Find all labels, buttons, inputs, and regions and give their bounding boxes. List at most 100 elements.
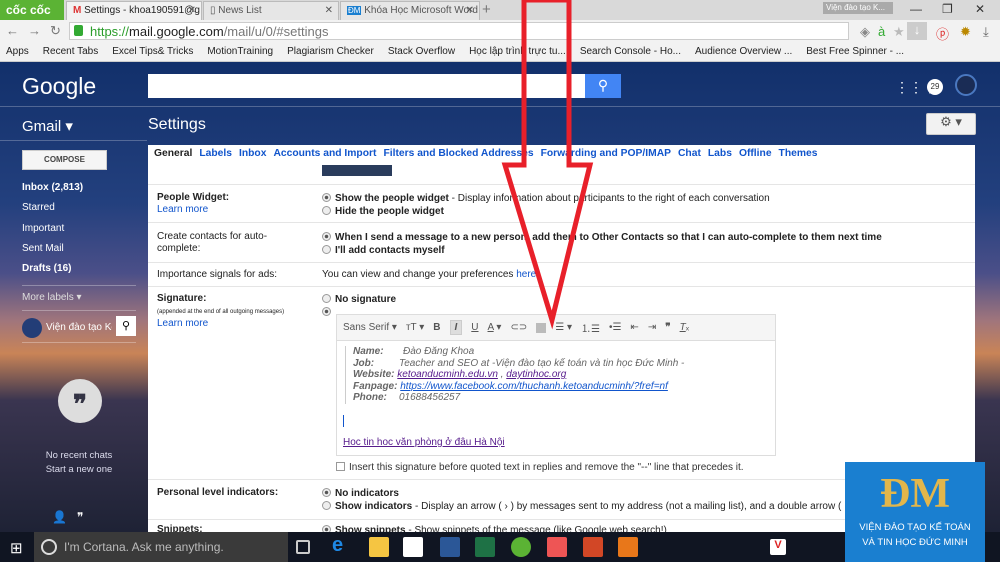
contacts-icon[interactable]: 👤 — [52, 510, 67, 524]
bookmark-audience[interactable]: Audience Overview ... — [695, 46, 792, 57]
bookmark-stackoverflow[interactable]: Stack Overflow — [388, 46, 455, 57]
show-indicators-radio[interactable]: Show indicators - Display an arrow ( › )… — [322, 501, 842, 512]
signature-content[interactable]: Name: Đào Đăng Khoa Job: Teacher and SEO a… — [345, 346, 684, 404]
downloads-icon[interactable]: ⤓ — [983, 24, 989, 40]
settings-gear-button[interactable]: ⚙ ▾ — [926, 113, 976, 135]
tab-news-list[interactable]: ▯ News List ✕ — [203, 1, 339, 20]
bookmark-hoc-lap-trinh[interactable]: Học lập trình trực tu... — [469, 46, 566, 57]
bookmark-recent-tabs[interactable]: Recent Tabs — [43, 46, 98, 57]
more-labels[interactable]: More labels ▾ — [22, 292, 82, 303]
image-icon[interactable] — [536, 322, 547, 333]
hide-people-widget-radio[interactable]: Hide the people widget — [322, 206, 444, 217]
tab-general[interactable]: General — [154, 148, 192, 165]
align-icon[interactable]: ☰ ▾ — [555, 322, 572, 333]
tab-forwarding[interactable]: Forwarding and POP/IMAP — [541, 148, 671, 165]
insert-before-quoted-checkbox[interactable]: Insert this signature before quoted text… — [336, 462, 744, 473]
tab-themes[interactable]: Themes — [779, 148, 818, 165]
no-signature-radio[interactable]: No signature — [322, 294, 396, 305]
tab-accounts[interactable]: Accounts and Import — [273, 148, 376, 165]
italic-icon[interactable]: I — [449, 320, 463, 335]
bold-icon[interactable]: B — [433, 322, 440, 333]
cortana-search[interactable]: I'm Cortana. Ask me anything. — [34, 532, 288, 562]
chat-user-name[interactable]: Viện đào tạo Kế — [46, 322, 112, 333]
tab-labels[interactable]: Labels — [199, 148, 232, 165]
bookmark-spinner[interactable]: Best Free Spinner - ... — [806, 46, 904, 57]
remove-formatting-icon[interactable]: Tₓ — [680, 322, 689, 333]
no-indicators-radio[interactable]: No indicators — [322, 488, 399, 499]
media-icon[interactable] — [618, 537, 638, 557]
tab-khoa-hoc[interactable]: ĐM Khóa Học Microsoft Word ✕ — [340, 1, 480, 20]
hangouts-tab-icon[interactable]: ❞ — [77, 510, 83, 524]
compose-button[interactable]: COMPOSE — [22, 150, 107, 170]
task-view-icon[interactable] — [296, 540, 310, 554]
show-people-widget-radio[interactable]: Show the people widget - Display informa… — [322, 193, 770, 204]
minimize-button[interactable]: — — [910, 2, 922, 16]
fanpage-link[interactable]: https://www.facebook.com/thuchanh.ketoan… — [400, 381, 668, 392]
font-size-icon[interactable]: тT ▾ — [406, 322, 424, 333]
website-link[interactable]: daytinhoc.org — [506, 369, 566, 380]
bookmark-excel[interactable]: Excel Tips& Tricks — [112, 46, 193, 57]
nav-drafts[interactable]: Drafts (16) — [22, 263, 71, 274]
powerpoint-icon[interactable] — [583, 537, 603, 557]
gmail-menu[interactable]: Gmail ▾ — [22, 117, 73, 135]
vivaldi-icon[interactable]: V — [770, 539, 786, 555]
tab-chat[interactable]: Chat — [678, 148, 701, 165]
chat-user-avatar[interactable] — [22, 318, 42, 338]
font-select[interactable]: Sans Serif ▾ — [343, 322, 397, 333]
quote-icon[interactable]: ❞ — [665, 322, 670, 333]
tab-filters[interactable]: Filters and Blocked Addresses — [383, 148, 533, 165]
pinterest-icon[interactable]: ⓟ — [936, 24, 949, 43]
text-color-icon[interactable]: A ▾ — [488, 322, 502, 333]
tab-labs[interactable]: Labs — [708, 148, 732, 165]
account-avatar[interactable] — [955, 74, 977, 96]
signature-radio[interactable] — [322, 307, 335, 318]
extension-icon[interactable]: ✹ — [960, 24, 971, 40]
close-window-button[interactable]: ✕ — [975, 2, 985, 16]
nav-important[interactable]: Important — [22, 223, 64, 234]
notifications-badge[interactable]: 29 — [927, 79, 943, 95]
back-icon[interactable]: ← — [6, 23, 19, 38]
url-input[interactable]: https://mail.google.com/mail/u/0/#settin… — [69, 22, 849, 40]
dictionary-icon[interactable]: à — [878, 24, 885, 39]
star-icon[interactable]: ★ — [893, 24, 905, 40]
auto-add-contacts-radio[interactable]: When I send a message to a new person, a… — [322, 232, 882, 243]
link-icon[interactable]: ⊂⊃ — [510, 322, 527, 333]
bulleted-list-icon[interactable]: •☰ — [609, 322, 621, 333]
manual-contacts-radio[interactable]: I'll add contacts myself — [322, 245, 445, 256]
close-icon[interactable]: ✕ — [466, 5, 474, 16]
chat-search-icon[interactable]: ⚲ — [116, 316, 136, 336]
underline-icon[interactable]: U — [471, 322, 478, 333]
edge-icon[interactable]: e — [332, 534, 352, 556]
tab-inbox[interactable]: Inbox — [239, 148, 266, 165]
website-link[interactable]: ketoanducminh.edu.vn — [397, 369, 498, 380]
search-button[interactable]: ⚲ — [585, 74, 621, 98]
download-arrow-icon[interactable]: ↓ — [907, 22, 927, 40]
learn-more-link[interactable]: Learn more — [157, 318, 208, 329]
bookmark-plagiarism[interactable]: Plagiarism Checker — [287, 46, 374, 57]
start-chat-link[interactable]: Start a new one — [0, 463, 158, 477]
restore-button[interactable]: ❐ — [942, 2, 953, 16]
new-tab-button[interactable]: + — [482, 1, 491, 18]
bookmark-motion[interactable]: MotionTraining — [207, 46, 273, 57]
bookmark-apps[interactable]: Apps — [6, 46, 29, 57]
nav-starred[interactable]: Starred — [22, 202, 55, 213]
google-logo[interactable]: Google — [22, 73, 96, 100]
numbered-list-icon[interactable]: ⒈☰ — [581, 320, 600, 335]
search-input[interactable] — [148, 74, 585, 98]
close-icon[interactable]: ✕ — [325, 5, 333, 16]
file-explorer-icon[interactable] — [369, 537, 389, 557]
coccoc-logo[interactable]: cốc cốc — [0, 0, 64, 20]
nav-sent[interactable]: Sent Mail — [22, 243, 64, 254]
nav-inbox[interactable]: Inbox (2,813) — [22, 182, 83, 193]
close-icon[interactable]: ✕ — [188, 5, 196, 16]
indent-more-icon[interactable]: ⇥ — [648, 322, 656, 333]
forward-icon[interactable]: → — [28, 23, 41, 38]
tab-offline[interactable]: Offline — [739, 148, 772, 165]
app-icon[interactable] — [547, 537, 567, 557]
eye-icon[interactable]: ◈ — [860, 24, 870, 40]
coccoc-taskbar-icon[interactable] — [511, 537, 531, 557]
indent-less-icon[interactable]: ⇤ — [630, 322, 638, 333]
signature-link[interactable]: Hoc tin hoc văn phòng ở đâu Hà Nội — [343, 437, 505, 448]
word-icon[interactable] — [440, 537, 460, 557]
excel-icon[interactable] — [475, 537, 495, 557]
